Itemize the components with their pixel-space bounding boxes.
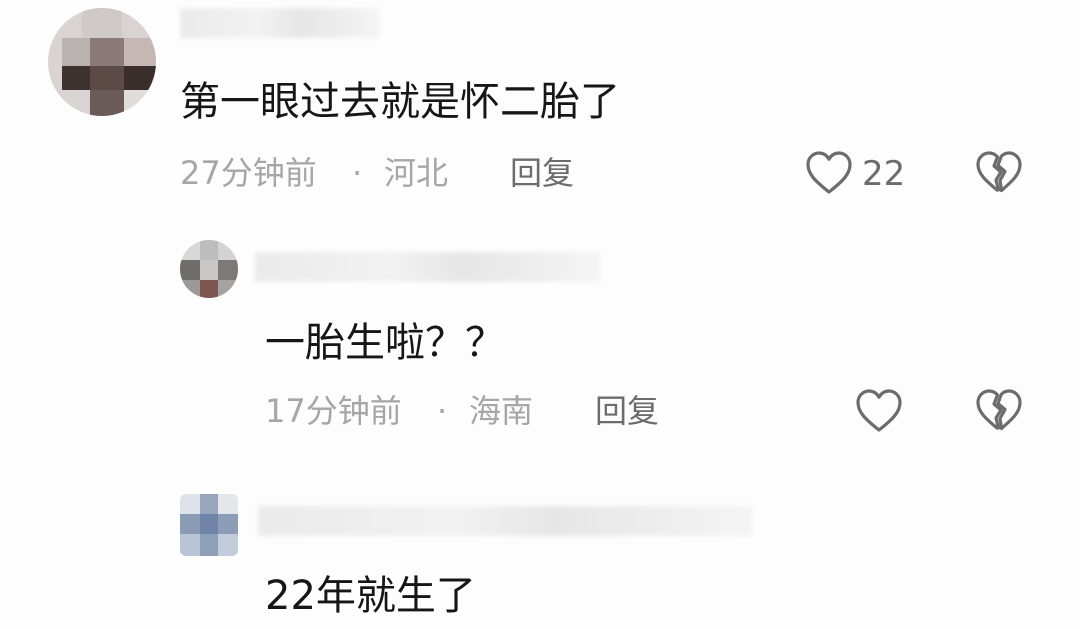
comment-location: 海南 [469,392,534,430]
like-button[interactable] [805,150,853,196]
comment-thread: 第一眼过去就是怀二胎了 27分钟前 · 河北 回复 22 一胎生啦？？ 17分钟… [0,0,1080,629]
meta-separator: · [352,154,363,192]
comment-text: 第一眼过去就是怀二胎了 [180,79,620,125]
avatar[interactable] [180,494,238,556]
like-count: 22 [862,154,906,194]
heart-outline-icon [806,151,852,194]
comment-text: 22年就生了 [265,573,476,619]
like-button[interactable] [855,388,903,434]
avatar[interactable] [180,240,238,298]
reply-button[interactable]: 回复 [510,157,574,189]
username[interactable] [180,8,380,38]
dislike-button[interactable] [975,388,1023,434]
comment-time: 27分钟前 [180,154,317,192]
comment-location: 河北 [384,154,449,192]
comment-time: 17分钟前 [265,392,402,430]
broken-heart-icon [976,389,1022,431]
dislike-button[interactable] [975,150,1023,196]
broken-heart-icon [976,151,1022,193]
meta-separator: · [437,392,448,430]
heart-outline-icon [856,389,902,432]
username[interactable] [255,252,600,282]
username[interactable] [258,506,753,536]
comment-text: 一胎生啦？？ [265,320,505,366]
avatar[interactable] [48,8,156,116]
reply-button[interactable]: 回复 [595,395,659,427]
